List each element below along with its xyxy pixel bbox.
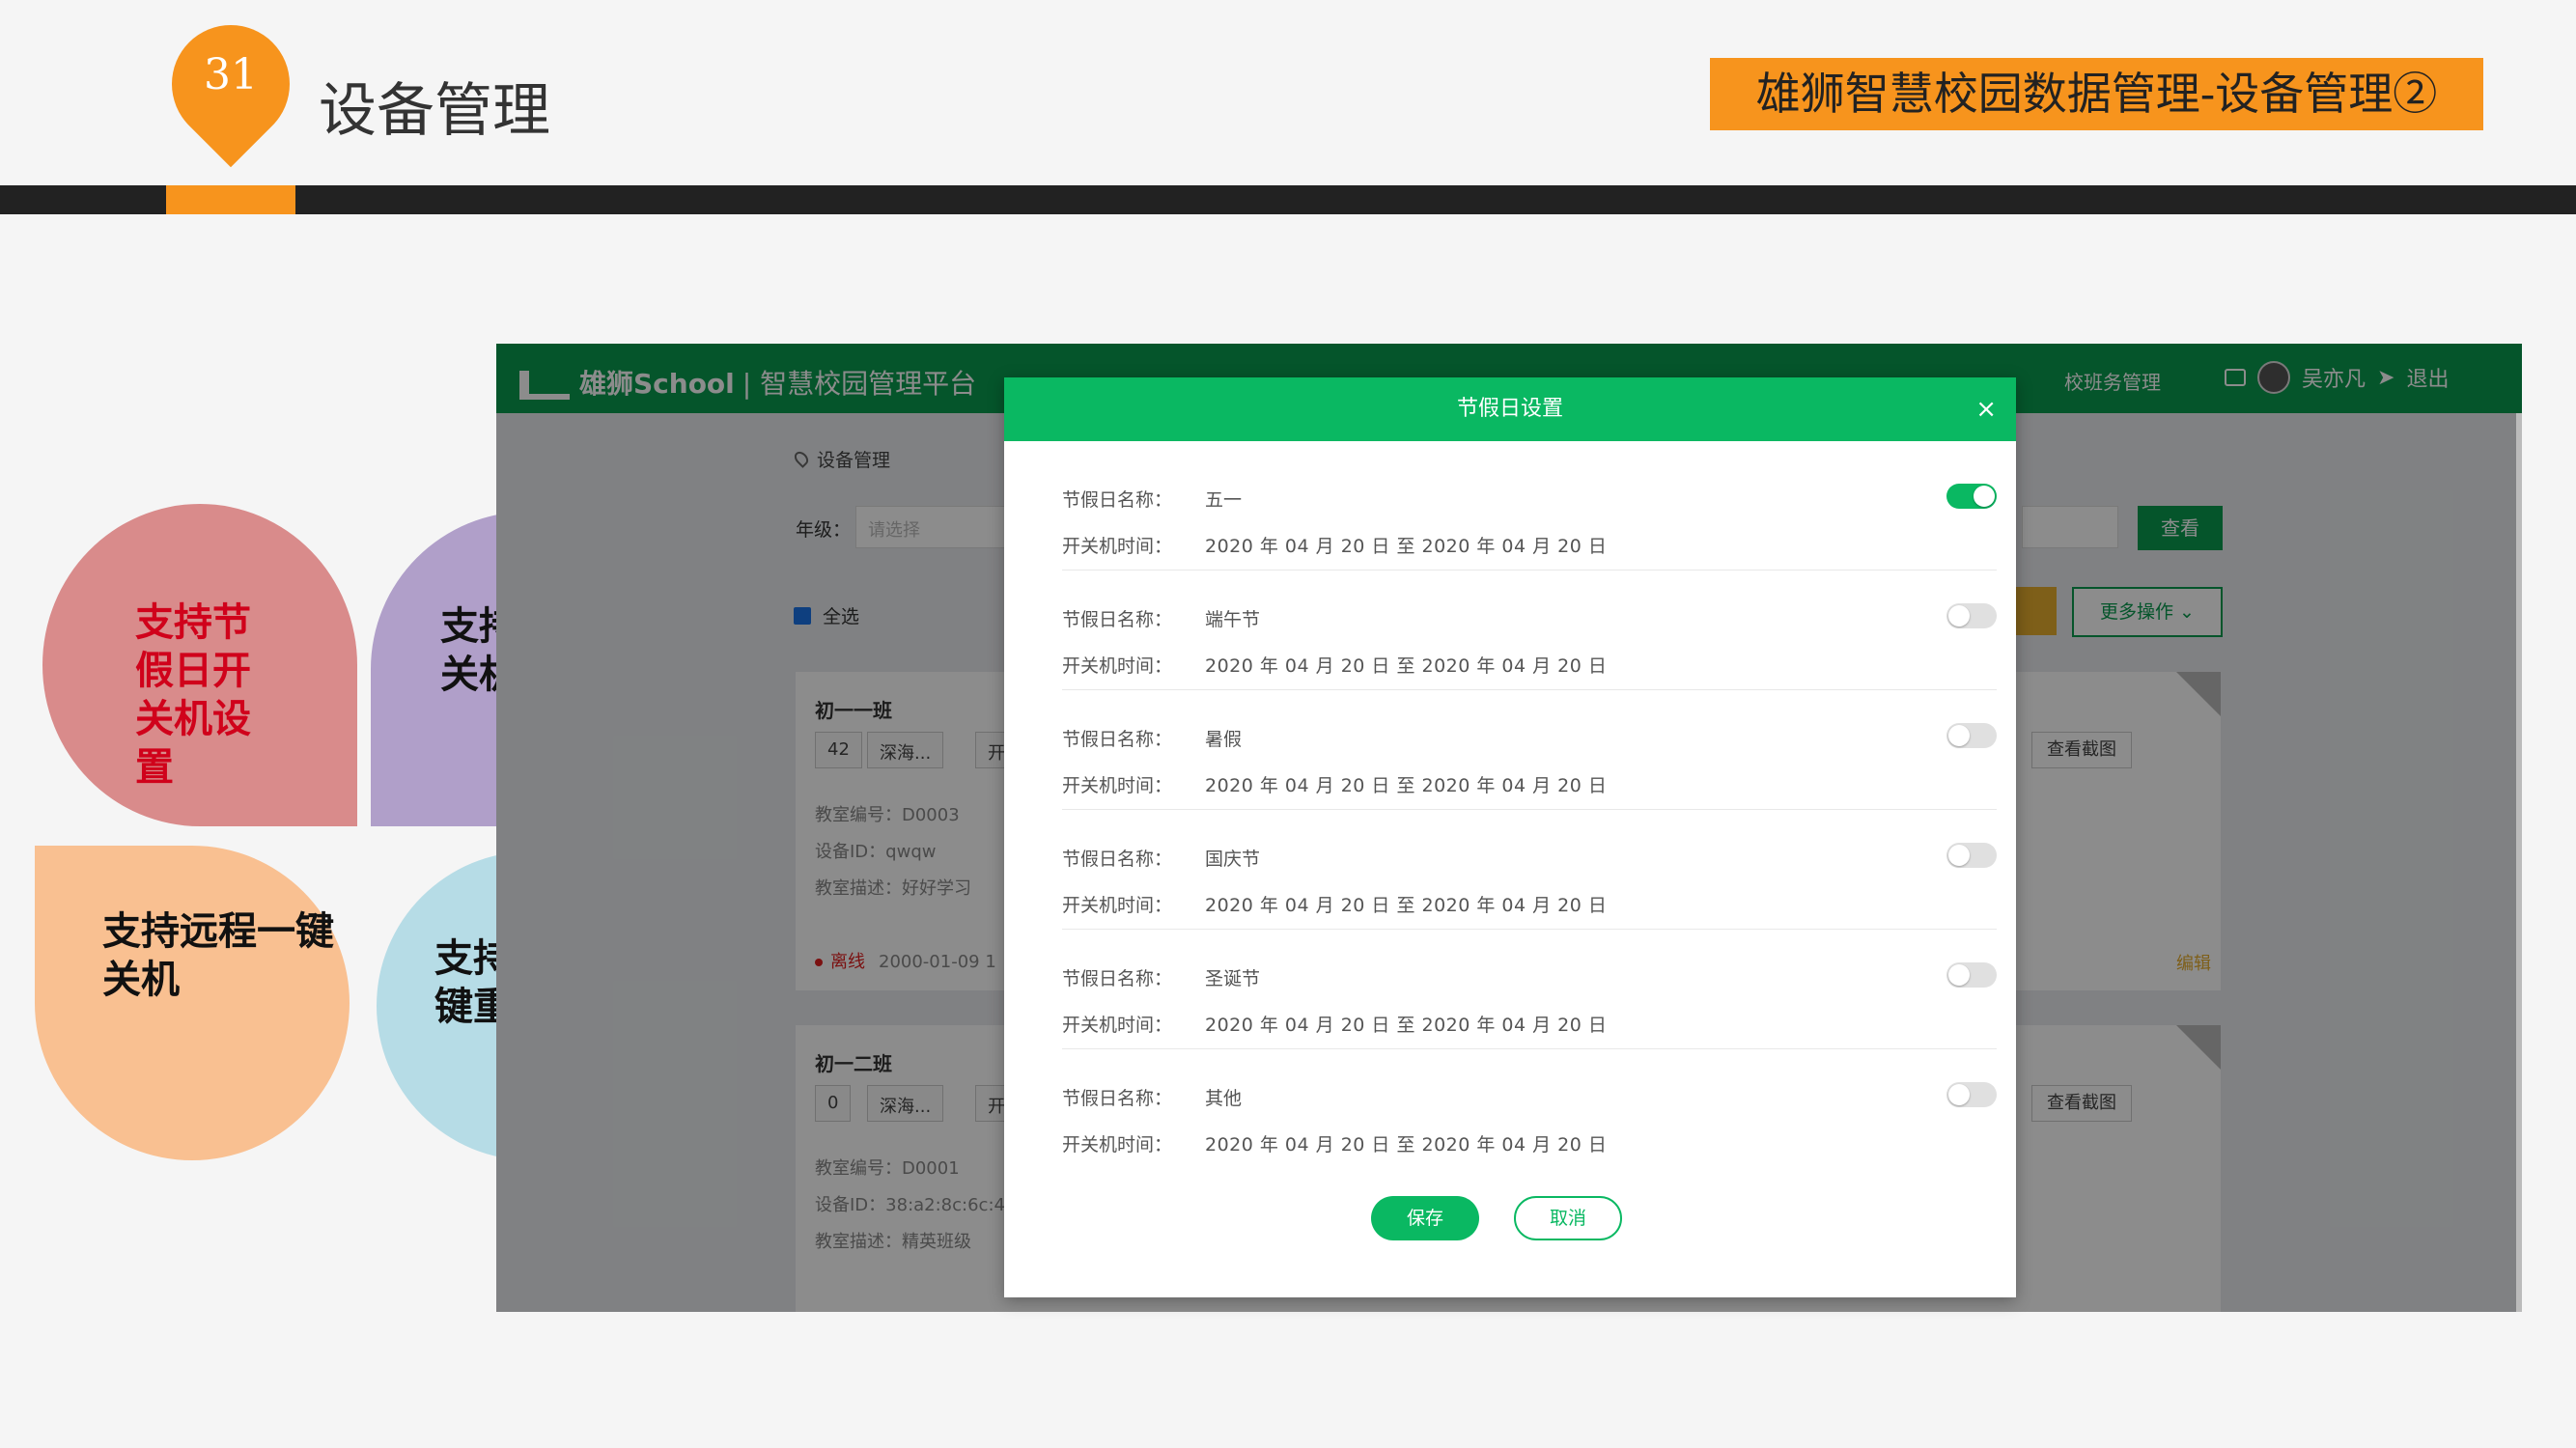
- holiday-row: 节假日名称： 五一 开关机时间： 2020 年 04 月 20 日 至 2020…: [1062, 451, 1997, 571]
- holiday-row: 节假日名称： 国庆节 开关机时间： 2020 年 04 月 20 日 至 202…: [1062, 810, 1997, 930]
- time-label: 开关机时间：: [1062, 895, 1173, 916]
- dialog-title: 节假日设置: [1456, 397, 1563, 421]
- toggle-knob: [1948, 845, 1970, 866]
- time-label: 开关机时间：: [1062, 1015, 1173, 1036]
- holiday-toggle[interactable]: [1946, 484, 1997, 509]
- holiday-name: 国庆节: [1205, 849, 1261, 870]
- toggle-knob: [1948, 605, 1970, 627]
- holiday-toggle[interactable]: [1946, 1082, 1997, 1107]
- save-button[interactable]: 保存: [1371, 1196, 1479, 1240]
- holiday-name-label: 节假日名称：: [1062, 1088, 1173, 1109]
- time-label: 开关机时间：: [1062, 1134, 1173, 1156]
- holiday-name-label: 节假日名称：: [1062, 609, 1173, 630]
- slide-title: 设备管理: [319, 77, 550, 145]
- scrollbar[interactable]: [2516, 413, 2522, 1312]
- date-range[interactable]: 2020 年 04 月 20 日 至 2020 年 04 月 20 日: [1205, 652, 1607, 678]
- dialog-header: 节假日设置 ×: [1004, 377, 2016, 441]
- holiday-name: 端午节: [1205, 609, 1261, 630]
- holiday-row: 节假日名称： 端午节 开关机时间： 2020 年 04 月 20 日 至 202…: [1062, 571, 1997, 690]
- holiday-name: 圣诞节: [1205, 968, 1261, 989]
- holiday-row: 节假日名称： 圣诞节 开关机时间： 2020 年 04 月 20 日 至 202…: [1062, 930, 1997, 1049]
- holiday-toggle[interactable]: [1946, 723, 1997, 748]
- holiday-name-label: 节假日名称：: [1062, 968, 1173, 989]
- holiday-name: 其他: [1205, 1088, 1243, 1109]
- time-label: 开关机时间：: [1062, 775, 1173, 796]
- header-divider-accent: [166, 185, 295, 214]
- toggle-knob: [1974, 486, 1995, 507]
- toggle-knob: [1948, 964, 1970, 986]
- holiday-name-label: 节假日名称：: [1062, 849, 1173, 870]
- date-range[interactable]: 2020 年 04 月 20 日 至 2020 年 04 月 20 日: [1205, 771, 1607, 797]
- holiday-row: 节假日名称： 其他 开关机时间： 2020 年 04 月 20 日 至 2020…: [1062, 1049, 1997, 1169]
- holiday-name-label: 节假日名称：: [1062, 489, 1173, 511]
- date-range[interactable]: 2020 年 04 月 20 日 至 2020 年 04 月 20 日: [1205, 1011, 1607, 1037]
- time-label: 开关机时间：: [1062, 655, 1173, 677]
- corner-title: 雄狮智慧校园数据管理-设备管理②: [1710, 58, 2483, 130]
- toggle-knob: [1948, 725, 1970, 746]
- slide-number: 31: [204, 50, 258, 99]
- holiday-settings-dialog: 节假日设置 × 节假日名称： 五一 开关机时间： 2020 年 04 月 20 …: [1004, 377, 2016, 1297]
- date-range[interactable]: 2020 年 04 月 20 日 至 2020 年 04 月 20 日: [1205, 891, 1607, 917]
- holiday-toggle[interactable]: [1946, 962, 1997, 988]
- holiday-toggle[interactable]: [1946, 843, 1997, 868]
- header-divider: [0, 185, 2576, 214]
- holiday-row: 节假日名称： 暑假 开关机时间： 2020 年 04 月 20 日 至 2020…: [1062, 690, 1997, 810]
- time-label: 开关机时间：: [1062, 536, 1173, 557]
- holiday-name: 五一: [1205, 489, 1243, 511]
- holiday-toggle[interactable]: [1946, 603, 1997, 628]
- close-icon[interactable]: ×: [1975, 377, 1997, 441]
- feature-petal-holiday: 支持节假日开关机设置: [42, 504, 357, 826]
- feature-text: 支持节假日开关机设置: [135, 600, 251, 790]
- feature-petal-shutdown: 支持远程一键关机: [35, 846, 350, 1160]
- date-range[interactable]: 2020 年 04 月 20 日 至 2020 年 04 月 20 日: [1205, 1130, 1607, 1156]
- feature-text: 支持远程一键关机: [102, 909, 334, 1002]
- holiday-name-label: 节假日名称：: [1062, 729, 1173, 750]
- date-range[interactable]: 2020 年 04 月 20 日 至 2020 年 04 月 20 日: [1205, 532, 1607, 558]
- toggle-knob: [1948, 1084, 1970, 1105]
- cancel-button[interactable]: 取消: [1514, 1196, 1622, 1240]
- holiday-name: 暑假: [1205, 729, 1243, 750]
